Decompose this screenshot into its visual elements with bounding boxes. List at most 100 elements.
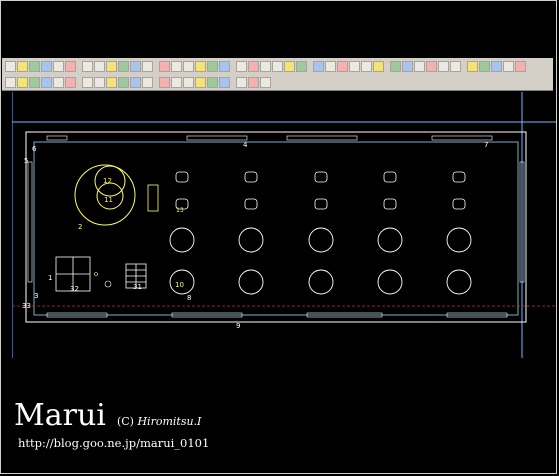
label-4: 4 (243, 141, 248, 149)
paste-icon[interactable] (106, 60, 117, 72)
toolbar-row-osnap (2, 74, 271, 90)
label-12: 12 (103, 177, 112, 185)
redraw-icon[interactable] (503, 60, 514, 72)
cad-toolbar (2, 58, 553, 91)
snap-icon[interactable] (402, 60, 413, 72)
watermark-name: Marui (14, 398, 106, 433)
arc-icon[interactable] (171, 60, 182, 72)
insert-icon[interactable] (248, 60, 259, 72)
block-icon[interactable] (236, 60, 247, 72)
none-icon[interactable] (183, 76, 194, 88)
watermark: Marui (C) Hiromitsu.I (14, 401, 201, 431)
slot-top-1 (186, 135, 248, 141)
extend-icon[interactable] (349, 60, 360, 72)
ins-icon[interactable] (130, 76, 141, 88)
label-10: 10 (175, 281, 184, 289)
drawing-svg: 12 11 2 13 10 32 1 31 6 5 4 7 8 3 9 33 (11, 92, 556, 358)
zoom-in-icon[interactable] (450, 60, 461, 72)
hole-row-2 (169, 269, 472, 295)
zoom-all-icon[interactable] (491, 60, 502, 72)
watermark-url: http://blog.goo.ne.jp/marui_0101 (18, 436, 210, 450)
label-32: 32 (70, 285, 79, 293)
copy-icon[interactable] (94, 60, 105, 72)
copy2-icon[interactable] (272, 60, 283, 72)
polyline-icon[interactable] (142, 60, 153, 72)
redo-icon[interactable] (65, 60, 76, 72)
dim-icon[interactable] (207, 60, 218, 72)
slot-left (27, 161, 33, 283)
open-icon[interactable] (17, 60, 28, 72)
list-icon[interactable] (219, 76, 230, 88)
near-icon[interactable] (94, 76, 105, 88)
mark-dot (94, 272, 98, 276)
cen-icon[interactable] (41, 76, 52, 88)
ltype-icon[interactable] (390, 60, 401, 72)
slot-row-2 (175, 198, 466, 210)
label-3: 3 (34, 292, 38, 300)
slot-row-1 (175, 171, 466, 183)
hole-row-1 (169, 227, 472, 253)
ext-icon[interactable] (159, 76, 170, 88)
slot-top-2 (286, 135, 358, 141)
zoom-icon[interactable] (438, 60, 449, 72)
rotate-icon[interactable] (284, 60, 295, 72)
label-9: 9 (236, 322, 240, 330)
label-7: 7 (484, 141, 488, 149)
label-33: 33 (22, 302, 31, 310)
label-13: 13 (176, 207, 184, 214)
rect-icon[interactable] (183, 60, 194, 72)
inner-outline (33, 141, 519, 316)
scale-icon[interactable] (296, 60, 307, 72)
help-icon[interactable] (515, 60, 526, 72)
quad-icon[interactable] (106, 76, 117, 88)
pan-icon[interactable] (479, 60, 490, 72)
print-icon[interactable] (41, 60, 52, 72)
new-icon[interactable] (5, 60, 16, 72)
watermark-copyright: (C) Hiromitsu.I (117, 415, 201, 428)
perp-icon[interactable] (65, 76, 76, 88)
small-circle (104, 280, 112, 288)
slot-top-0 (46, 135, 68, 141)
mid-icon[interactable] (29, 76, 40, 88)
trim-icon[interactable] (337, 60, 348, 72)
label-8: 8 (187, 294, 191, 302)
node-icon[interactable] (118, 76, 129, 88)
outer-outline (25, 131, 527, 323)
undo-icon[interactable] (53, 60, 64, 72)
label-2: 2 (78, 223, 82, 231)
label-11: 11 (104, 196, 113, 204)
move-icon[interactable] (260, 60, 271, 72)
area-icon[interactable] (207, 76, 218, 88)
app-icon[interactable] (142, 76, 153, 88)
color-icon[interactable] (373, 60, 384, 72)
label-6: 6 (32, 145, 37, 153)
props-icon[interactable] (248, 76, 259, 88)
hatch-icon[interactable] (219, 60, 230, 72)
text-icon[interactable] (195, 60, 206, 72)
small-ladder (147, 184, 159, 212)
id-icon[interactable] (236, 76, 247, 88)
line-icon[interactable] (130, 60, 141, 72)
layer-icon[interactable] (361, 60, 372, 72)
label-1: 1 (48, 274, 52, 282)
save-icon[interactable] (29, 60, 40, 72)
drawing-canvas[interactable]: 12 11 2 13 10 32 1 31 6 5 4 7 8 3 9 33 (11, 92, 556, 358)
label-5: 5 (24, 157, 28, 165)
ortho-icon[interactable] (426, 60, 437, 72)
zoom-out-icon[interactable] (467, 60, 478, 72)
int-icon[interactable] (53, 76, 64, 88)
offset-icon[interactable] (325, 60, 336, 72)
match-props-icon[interactable] (260, 76, 271, 88)
circle-icon[interactable] (159, 60, 170, 72)
dist-icon[interactable] (195, 76, 206, 88)
osnap-icon[interactable] (5, 76, 16, 88)
toolbar-row-standard (2, 58, 526, 74)
mirror-icon[interactable] (313, 60, 324, 72)
grid-icon[interactable] (414, 60, 425, 72)
par-icon[interactable] (171, 76, 182, 88)
slot-top-3 (431, 135, 493, 141)
cut-icon[interactable] (82, 60, 93, 72)
end-icon[interactable] (17, 76, 28, 88)
match-icon[interactable] (118, 60, 129, 72)
tan-icon[interactable] (82, 76, 93, 88)
